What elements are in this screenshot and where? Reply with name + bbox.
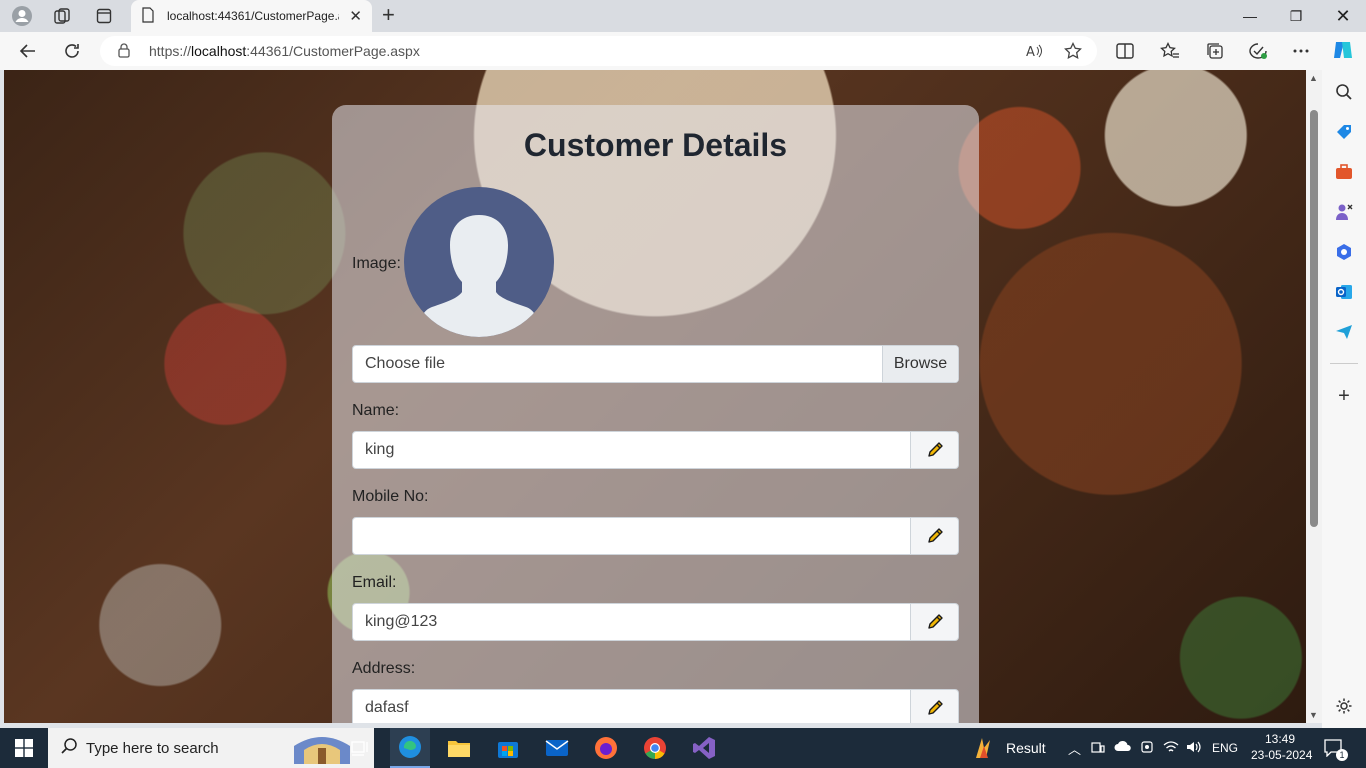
pencil-icon xyxy=(927,700,943,715)
edit-email-button[interactable] xyxy=(911,603,959,641)
lock-icon[interactable] xyxy=(118,43,130,61)
refresh-icon[interactable] xyxy=(60,39,84,63)
clock-date[interactable]: 23-05-2024 xyxy=(1251,748,1312,762)
new-tab-icon[interactable]: + xyxy=(382,4,395,26)
firefox-icon[interactable] xyxy=(594,736,618,760)
task-view-icon[interactable] xyxy=(348,736,372,760)
address-label: Address: xyxy=(352,660,416,677)
address-row: dafasf xyxy=(352,689,959,723)
device-icon[interactable] xyxy=(1091,740,1105,757)
tab-actions-icon[interactable] xyxy=(92,4,116,28)
edit-mobile-button[interactable] xyxy=(911,517,959,555)
outlook-icon[interactable] xyxy=(1332,280,1356,304)
name-field[interactable]: king xyxy=(352,431,911,469)
browse-button[interactable]: Browse xyxy=(882,346,958,382)
clock-time[interactable]: 13:49 xyxy=(1265,732,1295,746)
shopping-tag-icon[interactable] xyxy=(1332,120,1356,144)
windows-taskbar: Type here to search Result ︿ ENG 13:49 2… xyxy=(0,728,1366,768)
send-icon[interactable] xyxy=(1332,320,1356,344)
address-field[interactable]: dafasf xyxy=(352,689,911,723)
camera-icon[interactable] xyxy=(1140,740,1154,757)
minimize-icon[interactable]: — xyxy=(1227,4,1273,28)
address-bar[interactable]: https://localhost:44361/CustomerPage.asp… xyxy=(100,36,1097,66)
result-app-icon[interactable] xyxy=(972,736,996,760)
notification-badge: 1 xyxy=(1336,749,1348,761)
active-tab[interactable]: localhost:44361/CustomerPage.aspx ✕ xyxy=(131,0,372,32)
tab-title: localhost:44361/CustomerPage.aspx xyxy=(167,9,339,23)
sidebar-divider xyxy=(1330,363,1358,364)
show-hidden-icons-icon[interactable]: ︿ xyxy=(1068,739,1081,758)
browser-toolbar: https://localhost:44361/CustomerPage.asp… xyxy=(0,32,1366,70)
edge-sidebar: + xyxy=(1322,70,1366,728)
collections-icon[interactable] xyxy=(1203,39,1227,63)
search-placeholder: Type here to search xyxy=(86,739,219,757)
more-menu-icon[interactable] xyxy=(1289,39,1313,63)
file-explorer-icon[interactable] xyxy=(447,736,471,760)
page-scrollbar[interactable]: ▲ ▼ xyxy=(1306,70,1322,723)
wifi-icon[interactable] xyxy=(1163,740,1179,757)
copilot-icon[interactable] xyxy=(1331,38,1355,62)
customer-card: Customer Details Image: Choose file Brow… xyxy=(332,105,979,723)
store-icon[interactable] xyxy=(496,736,520,760)
edit-address-button[interactable] xyxy=(911,689,959,723)
chrome-icon[interactable] xyxy=(643,736,667,760)
workspaces-icon[interactable] xyxy=(50,4,74,28)
copilot-app-icon[interactable] xyxy=(1332,240,1356,264)
edit-name-button[interactable] xyxy=(911,431,959,469)
scroll-thumb[interactable] xyxy=(1310,110,1318,527)
add-sidebar-icon[interactable]: + xyxy=(1332,384,1356,408)
profile-icon[interactable] xyxy=(10,4,34,28)
email-row: king@123 xyxy=(352,603,959,641)
favorites-icon[interactable] xyxy=(1158,39,1182,63)
mail-icon[interactable] xyxy=(545,736,569,760)
scroll-down-icon[interactable]: ▼ xyxy=(1309,710,1318,720)
close-tab-icon[interactable]: ✕ xyxy=(349,7,362,25)
result-label[interactable]: Result xyxy=(1006,740,1046,756)
search-icon xyxy=(60,737,78,759)
favorite-star-icon[interactable] xyxy=(1061,39,1085,63)
games-icon[interactable] xyxy=(1332,200,1356,224)
close-window-icon[interactable]: ✕ xyxy=(1320,4,1366,28)
email-field[interactable]: king@123 xyxy=(352,603,911,641)
pencil-icon xyxy=(927,528,943,543)
image-label: Image: xyxy=(352,255,401,272)
svg-text:A: A xyxy=(1026,45,1035,59)
customer-avatar xyxy=(404,187,554,337)
email-label: Email: xyxy=(352,574,397,591)
mobile-field[interactable] xyxy=(352,517,911,555)
onedrive-icon[interactable] xyxy=(1114,740,1132,755)
windows-start-icon[interactable] xyxy=(12,736,36,760)
pencil-icon xyxy=(927,442,943,457)
url-text: https://localhost:44361/CustomerPage.asp… xyxy=(149,43,420,59)
taskbar-search[interactable]: Type here to search xyxy=(48,728,374,768)
language-indicator[interactable]: ENG xyxy=(1212,741,1238,755)
restore-icon[interactable]: ❐ xyxy=(1273,4,1319,28)
split-screen-icon[interactable] xyxy=(1113,39,1137,63)
scroll-up-icon[interactable]: ▲ xyxy=(1309,73,1318,83)
volume-icon[interactable] xyxy=(1186,740,1202,757)
file-name-text[interactable]: Choose file xyxy=(353,346,882,382)
tab-bar: localhost:44361/CustomerPage.aspx ✕ + — … xyxy=(0,0,1366,32)
browser-essentials-icon[interactable] xyxy=(1246,39,1270,63)
pencil-icon xyxy=(927,614,943,629)
settings-gear-icon[interactable] xyxy=(1332,694,1356,718)
page-viewport: Customer Details Image: Choose file Brow… xyxy=(4,70,1306,723)
page-title: Customer Details xyxy=(523,127,788,163)
mobile-label: Mobile No: xyxy=(352,488,429,505)
tools-icon[interactable] xyxy=(1332,160,1356,184)
read-aloud-icon[interactable]: A xyxy=(1022,39,1046,63)
edge-taskbar-icon[interactable] xyxy=(390,728,430,768)
page-icon xyxy=(141,6,155,26)
name-row: king xyxy=(352,431,959,469)
mobile-row xyxy=(352,517,959,555)
file-upload[interactable]: Choose file Browse xyxy=(352,345,959,383)
back-icon[interactable] xyxy=(16,39,40,63)
search-icon[interactable] xyxy=(1332,80,1356,104)
visual-studio-icon[interactable] xyxy=(692,736,716,760)
name-label: Name: xyxy=(352,402,400,419)
